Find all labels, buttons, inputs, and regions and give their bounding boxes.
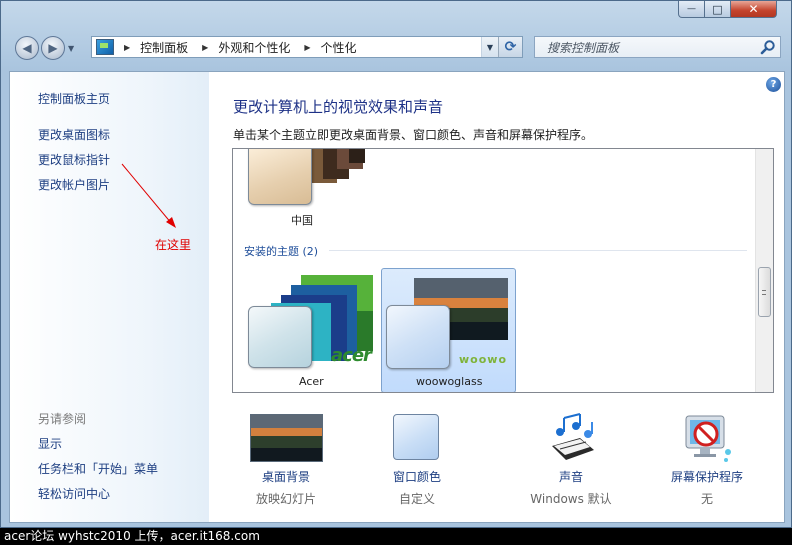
sidebar-change-mouse-pointer[interactable]: 更改鼠标指针	[38, 151, 110, 168]
breadcrumb-appearance[interactable]: 外观和个性化	[218, 39, 290, 56]
acer-theme-thumbnail	[248, 306, 312, 368]
sidebar: 控制面板主页 更改桌面图标 更改鼠标指针 更改帐户图片 在这里 另请参阅 显示 …	[10, 72, 209, 522]
sound-value: Windows 默认	[530, 492, 612, 506]
sidebar-control-panel-home[interactable]: 控制面板主页	[38, 90, 110, 107]
close-icon: ✕	[748, 2, 759, 16]
china-theme-stack-image	[311, 149, 365, 183]
see-also-taskbar-start-menu[interactable]: 任务栏和「开始」菜单	[38, 460, 158, 477]
upload-watermark: acer论坛 wyhstc2010 上传，acer.it168.com	[0, 528, 792, 545]
refresh-icon: ⟳	[504, 39, 517, 55]
woowo-logo: woowo	[459, 353, 507, 366]
breadcrumb-control-panel[interactable]: 控制面板	[140, 39, 188, 56]
back-arrow-icon: ◀	[22, 41, 32, 55]
desktop-background-icon	[250, 414, 323, 462]
screensaver-icon	[685, 415, 731, 462]
see-also-ease-of-access[interactable]: 轻松访问中心	[38, 485, 110, 502]
desktop-background-label[interactable]: 桌面背景	[231, 468, 341, 485]
scrollbar-thumb[interactable]	[758, 267, 771, 317]
recent-pages-dropdown[interactable]: ▼	[68, 44, 74, 53]
maximize-icon: □	[712, 2, 723, 16]
screensaver-value: 无	[700, 492, 713, 506]
sidebar-change-desktop-icons[interactable]: 更改桌面图标	[38, 126, 110, 143]
see-also-display[interactable]: 显示	[38, 435, 62, 452]
theme-china[interactable]: 中国	[233, 149, 373, 229]
address-dropdown-button[interactable]: ▼	[481, 37, 498, 57]
theme-woowoglass[interactable]: woowo woowoglass	[381, 268, 516, 392]
minimize-button[interactable]: —	[678, 1, 705, 18]
caption-buttons: — □ ✕	[678, 1, 777, 18]
theme-acer[interactable]: acer Acer	[243, 269, 373, 391]
window-color-label[interactable]: 窗口颜色	[362, 468, 472, 485]
search-box[interactable]: 搜索控制面板	[534, 36, 781, 58]
breadcrumb-separator-icon[interactable]: ▶	[202, 43, 208, 52]
maximize-button[interactable]: □	[705, 1, 731, 18]
window-color-icon	[393, 414, 439, 460]
screensaver-setting[interactable]: 屏幕保护程序 无	[652, 410, 762, 510]
window-frame: — □ ✕ ◀ ▶ ▼ ▶ 控制面板 ▶ 外观和个性化 ▶ 个性化 ▼ ⟳ 搜索…	[0, 0, 792, 528]
theme-acer-label: Acer	[299, 375, 324, 388]
theme-list-scrollbar[interactable]	[755, 149, 773, 392]
desktop-background-setting[interactable]: 桌面背景 放映幻灯片	[231, 410, 341, 510]
forward-button[interactable]: ▶	[41, 36, 65, 60]
desktop-background-value: 放映幻灯片	[255, 492, 316, 506]
forward-arrow-icon: ▶	[48, 41, 58, 55]
annotation-arrow	[121, 163, 176, 228]
back-button[interactable]: ◀	[15, 36, 39, 60]
annotation-text: 在这里	[155, 238, 192, 252]
page-subtitle: 单击某个主题立即更改桌面背景、窗口颜色、声音和屏幕保护程序。	[233, 128, 594, 142]
chevron-down-icon: ▼	[486, 42, 494, 52]
search-icon[interactable]	[760, 39, 776, 55]
navigation-buttons: ◀ ▶ ▼	[15, 36, 74, 60]
woowoglass-theme-thumbnail	[386, 305, 450, 369]
control-panel-icon	[96, 39, 114, 55]
theme-list[interactable]: 中国 安装的主题 (2) acer Acer woowo woowoglass	[232, 148, 774, 393]
address-bar[interactable]: ▶ 控制面板 ▶ 外观和个性化 ▶ 个性化 ▼ ⟳	[91, 36, 523, 58]
search-placeholder: 搜索控制面板	[547, 40, 620, 55]
breadcrumb: ▶ 控制面板 ▶ 外观和个性化 ▶ 个性化	[122, 39, 357, 56]
breadcrumb-separator-icon[interactable]: ▶	[124, 43, 130, 52]
see-also-label: 另请参阅	[38, 412, 87, 426]
theme-china-label: 中国	[291, 214, 313, 227]
sidebar-change-account-picture[interactable]: 更改帐户图片	[38, 176, 110, 193]
breadcrumb-separator-icon[interactable]: ▶	[304, 43, 310, 52]
refresh-button[interactable]: ⟳	[498, 37, 522, 57]
content-area: 控制面板主页 更改桌面图标 更改鼠标指针 更改帐户图片 在这里 另请参阅 显示 …	[9, 71, 785, 523]
breadcrumb-personalization[interactable]: 个性化	[321, 39, 357, 56]
sound-setting[interactable]: 声音 Windows 默认	[516, 410, 626, 510]
close-button[interactable]: ✕	[731, 1, 777, 18]
help-icon[interactable]: ?	[766, 77, 781, 92]
china-theme-thumbnail	[248, 149, 312, 205]
minimize-icon: —	[687, 4, 696, 14]
group-divider	[329, 250, 747, 251]
acer-logo: acer	[331, 345, 372, 366]
screensaver-label[interactable]: 屏幕保护程序	[652, 468, 762, 485]
main-panel: ? 更改计算机上的视觉效果和声音 单击某个主题立即更改桌面背景、窗口颜色、声音和…	[210, 72, 784, 522]
page-title: 更改计算机上的视觉效果和声音	[233, 98, 444, 116]
window-color-value: 自定义	[398, 492, 435, 506]
installed-themes-group: 安装的主题 (2)	[244, 245, 319, 258]
sound-icon	[552, 413, 594, 460]
sound-label[interactable]: 声音	[516, 468, 626, 485]
window-color-setting[interactable]: 窗口颜色 自定义	[362, 410, 472, 510]
theme-woowoglass-label: woowoglass	[416, 375, 483, 388]
